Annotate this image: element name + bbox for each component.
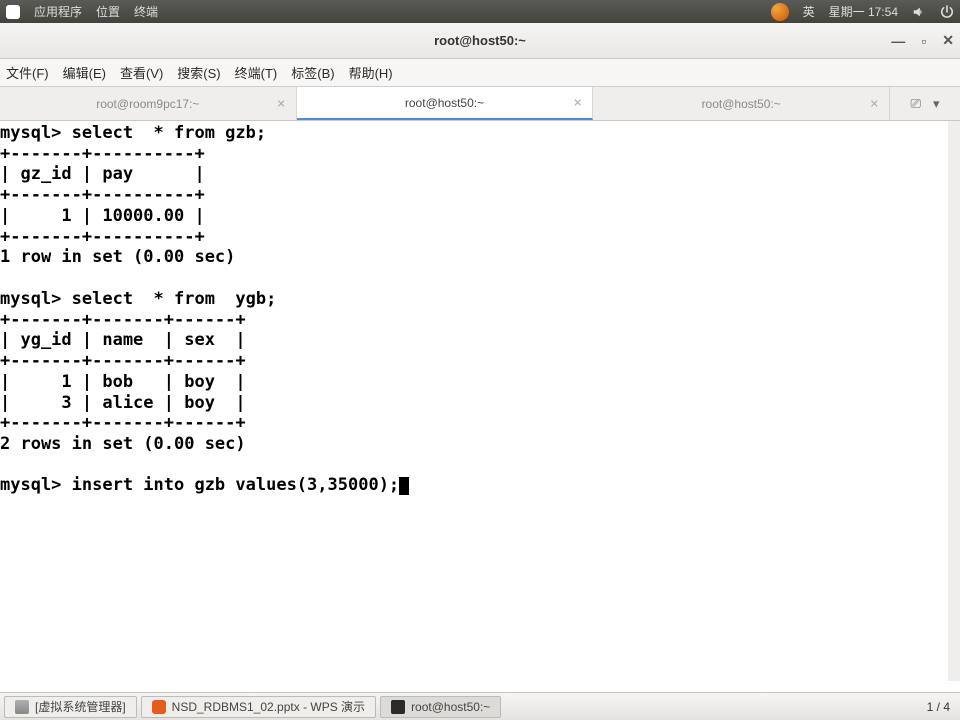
volume-icon[interactable]: [912, 5, 926, 19]
menu-search[interactable]: 搜索(S): [177, 63, 220, 82]
menu-bar: 文件(F) 编辑(E) 查看(V) 搜索(S) 终端(T) 标签(B) 帮助(H…: [0, 59, 960, 87]
maximize-button[interactable]: ▫: [921, 33, 926, 49]
wps-icon: [152, 700, 166, 714]
places-menu[interactable]: 位置: [96, 3, 120, 20]
menu-tabs[interactable]: 标签(B): [291, 63, 334, 82]
system-logo-icon: [6, 5, 20, 19]
window-title-bar: root@host50:~ — ▫ ✕: [0, 23, 960, 59]
ime-indicator[interactable]: 英: [803, 3, 815, 20]
menu-view[interactable]: 查看(V): [120, 63, 163, 82]
desktop-top-panel: 应用程序 位置 终端 英 星期一 17:54: [0, 0, 960, 23]
tab-close-icon[interactable]: ✕: [573, 96, 582, 109]
tab-close-icon[interactable]: ✕: [870, 97, 879, 110]
vm-icon: [15, 700, 29, 714]
terminal-output[interactable]: mysql> select * from gzb; +-------+-----…: [0, 121, 960, 681]
terminal-tab[interactable]: root@host50:~ ✕: [297, 87, 594, 120]
task-label: [虚拟系统管理器]: [35, 698, 126, 715]
new-tab-icon[interactable]: ⎚: [911, 96, 921, 112]
tab-menu-icon[interactable]: ▾: [933, 96, 940, 112]
window-title: root@host50:~: [434, 33, 526, 48]
menu-terminal[interactable]: 终端(T): [235, 63, 278, 82]
terminal-menu[interactable]: 终端: [134, 3, 158, 20]
power-icon[interactable]: [940, 5, 954, 19]
task-wps[interactable]: NSD_RDBMS1_02.pptx - WPS 演示: [141, 696, 376, 718]
terminal-cursor: [399, 477, 409, 495]
tab-close-icon[interactable]: ✕: [276, 97, 285, 110]
close-button[interactable]: ✕: [942, 32, 954, 49]
workspace-indicator[interactable]: 1 / 4: [927, 700, 950, 714]
menu-help[interactable]: 帮助(H): [349, 63, 393, 82]
menu-file[interactable]: 文件(F): [6, 63, 49, 82]
task-label: NSD_RDBMS1_02.pptx - WPS 演示: [172, 698, 365, 715]
terminal-tab[interactable]: root@host50:~ ✕: [593, 87, 890, 120]
task-label: root@host50:~: [411, 700, 490, 714]
terminal-icon: [391, 700, 405, 714]
minimize-button[interactable]: —: [891, 33, 905, 49]
tab-bar: root@room9pc17:~ ✕ root@host50:~ ✕ root@…: [0, 87, 960, 121]
tab-label: root@host50:~: [405, 96, 484, 110]
tab-tools: ⎚ ▾: [890, 87, 960, 120]
tab-label: root@host50:~: [702, 97, 781, 111]
clock[interactable]: 星期一 17:54: [829, 3, 898, 20]
desktop-bottom-panel: [虚拟系统管理器] NSD_RDBMS1_02.pptx - WPS 演示 ro…: [0, 692, 960, 720]
apps-menu[interactable]: 应用程序: [34, 3, 82, 20]
task-terminal[interactable]: root@host50:~: [380, 696, 501, 718]
terminal-tab[interactable]: root@room9pc17:~ ✕: [0, 87, 297, 120]
task-vm-manager[interactable]: [虚拟系统管理器]: [4, 696, 137, 718]
menu-edit[interactable]: 编辑(E): [63, 63, 106, 82]
notification-icon[interactable]: [771, 3, 789, 21]
tab-label: root@room9pc17:~: [96, 97, 199, 111]
